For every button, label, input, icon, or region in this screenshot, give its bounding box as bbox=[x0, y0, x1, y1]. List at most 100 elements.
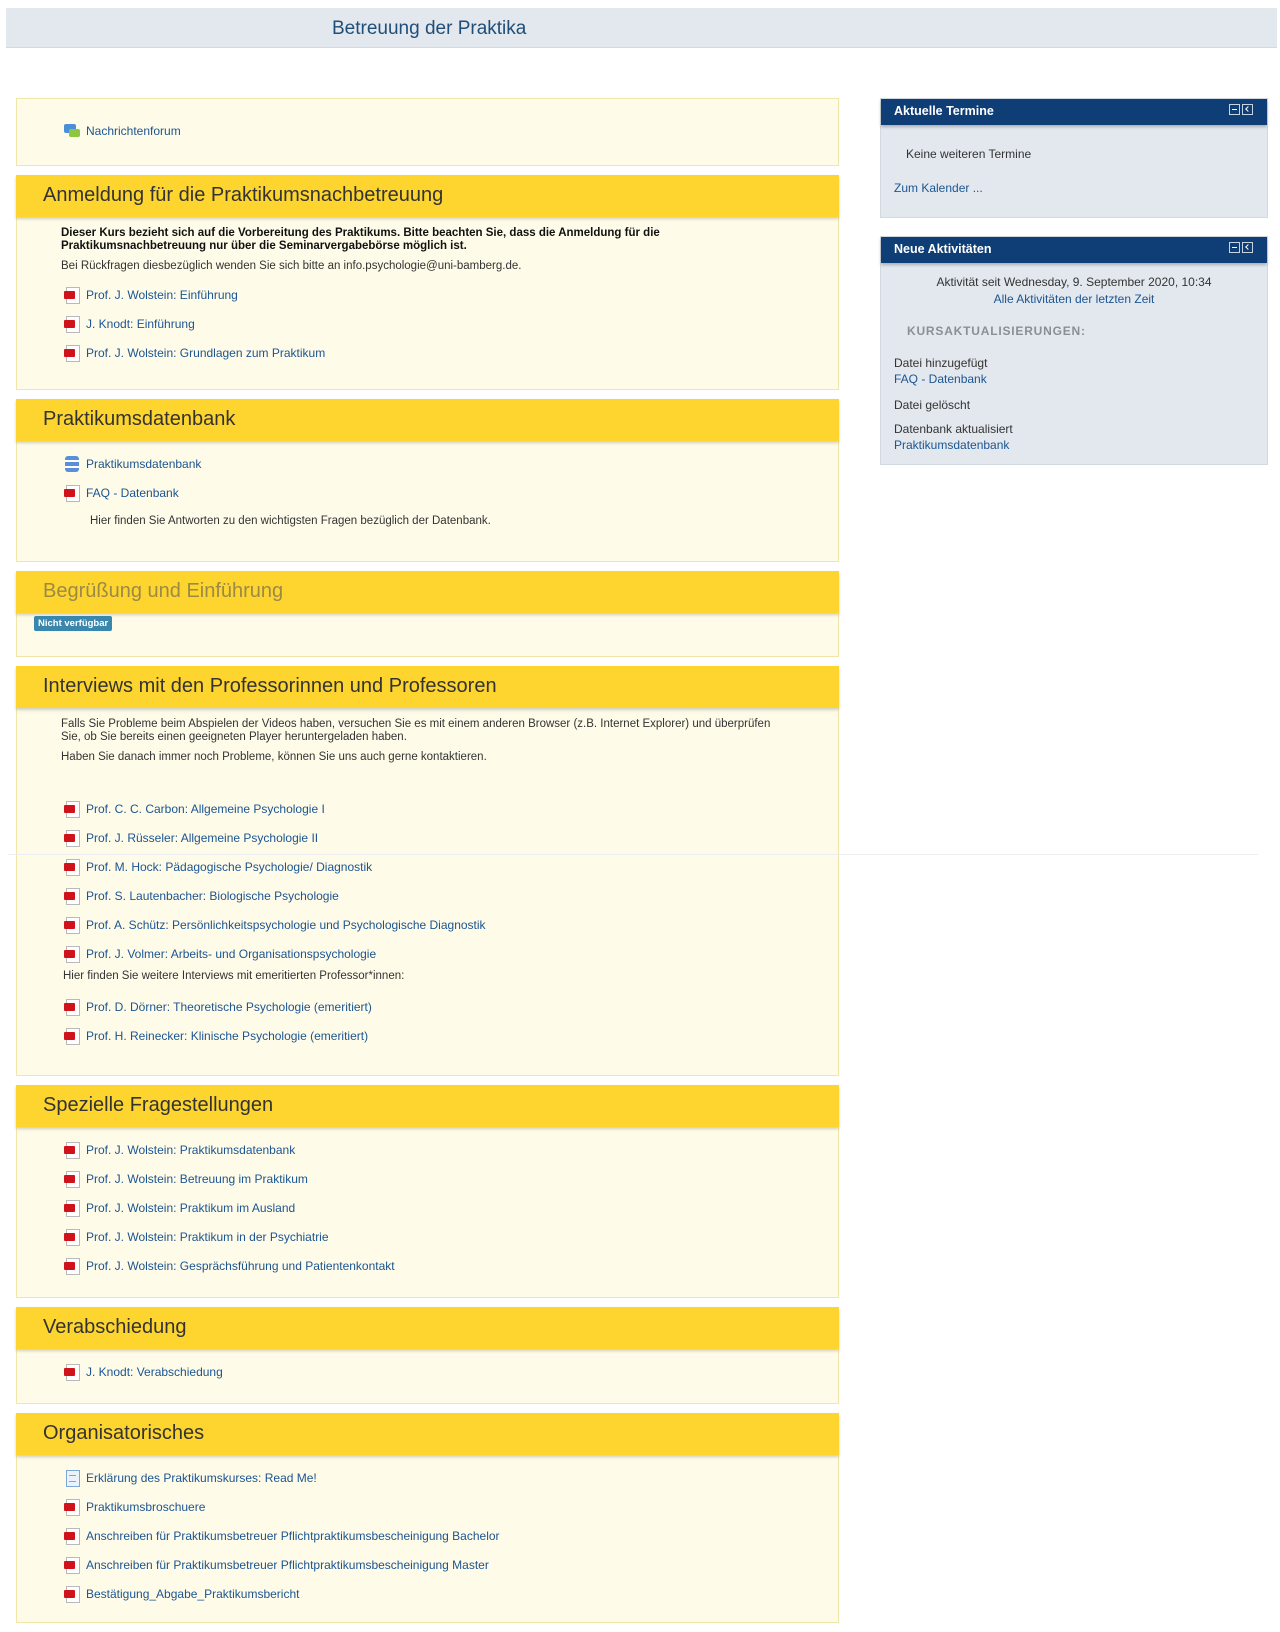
pdf-icon bbox=[64, 945, 80, 963]
dock-block-icon[interactable] bbox=[1242, 104, 1253, 115]
activity-pdf[interactable]: Prof. A. Schütz: Persönlichkeitspsycholo… bbox=[17, 910, 838, 939]
activity-label[interactable]: Prof. J. Wolstein: Gesprächsführung und … bbox=[86, 1259, 395, 1273]
block-controls bbox=[1229, 242, 1253, 253]
activity-pdf[interactable]: Prof. J. Volmer: Arbeits- und Organisati… bbox=[17, 939, 838, 968]
block-title: Aktuelle Termine bbox=[881, 99, 1267, 125]
activity-label[interactable]: Praktikumsdatenbank bbox=[86, 457, 201, 471]
activity-pdf[interactable]: Prof. J. Wolstein: Einführung bbox=[17, 280, 838, 309]
section-anmeldung: Anmeldung für die Praktikumsnachbetreuun… bbox=[16, 175, 839, 390]
update-item: Datenbank aktualisiert Praktikumsdatenba… bbox=[894, 421, 1254, 453]
calendar-link[interactable]: Zum Kalender ... bbox=[894, 181, 1254, 195]
activity-pdf[interactable]: Prof. J. Wolstein: Gesprächsführung und … bbox=[17, 1251, 838, 1280]
activity-label[interactable]: Prof. H. Reinecker: Klinische Psychologi… bbox=[86, 1029, 368, 1043]
activity-label[interactable]: Prof. M. Hock: Pädagogische Psychologie/… bbox=[86, 860, 372, 874]
activity-label[interactable]: Anschreiben für Praktikumsbetreuer Pflic… bbox=[86, 1558, 489, 1572]
section-intro: Nachrichtenforum bbox=[16, 98, 839, 166]
section-summary-contact: Haben Sie danach immer noch Probleme, kö… bbox=[61, 751, 487, 763]
activity-pdf[interactable]: Prof. M. Hock: Pädagogische Psychologie/… bbox=[17, 852, 838, 881]
section-title: Organisatorisches bbox=[16, 1413, 839, 1455]
page-icon bbox=[64, 1469, 80, 1487]
activity-forum[interactable]: Nachrichtenforum bbox=[17, 116, 838, 145]
update-type: Datei hinzugefügt bbox=[894, 356, 988, 370]
course-header: Betreuung der Praktika bbox=[6, 8, 1277, 48]
dock-block-icon[interactable] bbox=[1242, 242, 1253, 253]
section-verabschiedung: Verabschiedung J. Knodt: Verabschiedung bbox=[16, 1307, 839, 1404]
activity-pdf[interactable]: Prof. C. C. Carbon: Allgemeine Psycholog… bbox=[17, 794, 838, 823]
activity-pdf[interactable]: FAQ - Datenbank bbox=[17, 478, 838, 507]
update-type: Datei gelöscht bbox=[894, 398, 971, 412]
collapse-block-icon[interactable] bbox=[1229, 242, 1240, 253]
activity-label[interactable]: Prof. J. Rüsseler: Allgemeine Psychologi… bbox=[86, 831, 318, 845]
forum-icon bbox=[64, 123, 80, 139]
activity-label[interactable]: Bestätigung_Abgabe_Praktikumsbericht bbox=[86, 1587, 299, 1601]
activity-pdf[interactable]: Anschreiben für Praktikumsbetreuer Pflic… bbox=[17, 1550, 838, 1579]
block-title-text: Aktuelle Termine bbox=[894, 104, 994, 118]
side-blocks: Aktuelle Termine Keine weiteren Termine … bbox=[880, 98, 1268, 483]
activity-label[interactable]: Prof. J. Wolstein: Praktikum im Ausland bbox=[86, 1201, 295, 1215]
pdf-icon bbox=[64, 1228, 80, 1246]
activity-label[interactable]: Prof. J. Wolstein: Einführung bbox=[86, 288, 238, 302]
activity-pdf[interactable]: Prof. J. Wolstein: Grundlagen zum Prakti… bbox=[17, 338, 838, 367]
activity-pdf[interactable]: Prof. D. Dörner: Theoretische Psychologi… bbox=[17, 992, 838, 1021]
activity-pdf[interactable]: Prof. S. Lautenbacher: Biologische Psych… bbox=[17, 881, 838, 910]
pdf-icon bbox=[64, 858, 80, 876]
activity-label[interactable]: J. Knodt: Einführung bbox=[86, 317, 195, 331]
activity-label[interactable]: Prof. J. Wolstein: Betreuung im Praktiku… bbox=[86, 1172, 308, 1186]
page-divider bbox=[8, 854, 1258, 855]
pdf-icon bbox=[64, 286, 80, 304]
activity-pdf[interactable]: Anschreiben für Praktikumsbetreuer Pflic… bbox=[17, 1521, 838, 1550]
pdf-icon bbox=[64, 484, 80, 502]
course-content: Nachrichtenforum Anmeldung für die Prakt… bbox=[16, 98, 839, 1632]
collapse-block-icon[interactable] bbox=[1229, 104, 1240, 115]
activity-label[interactable]: Prof. S. Lautenbacher: Biologische Psych… bbox=[86, 889, 339, 903]
activity-label[interactable]: Praktikumsbroschuere bbox=[86, 1500, 205, 1514]
activity-label[interactable]: Prof. C. C. Carbon: Allgemeine Psycholog… bbox=[86, 802, 325, 816]
activity-label[interactable]: Prof. J. Wolstein: Praktikum in der Psyc… bbox=[86, 1230, 329, 1244]
activity-label[interactable]: Prof. J. Wolstein: Praktikumsdatenbank bbox=[86, 1143, 295, 1157]
activity-label[interactable]: Prof. D. Dörner: Theoretische Psychologi… bbox=[86, 1000, 372, 1014]
activity-label[interactable]: Prof. J. Wolstein: Grundlagen zum Prakti… bbox=[86, 346, 325, 360]
update-link[interactable]: Praktikumsdatenbank bbox=[894, 437, 1254, 453]
activity-pdf[interactable]: Prof. J. Wolstein: Praktikumsdatenbank bbox=[17, 1135, 838, 1164]
activity-pdf[interactable]: Prof. J. Wolstein: Betreuung im Praktiku… bbox=[17, 1164, 838, 1193]
activity-label[interactable]: Anschreiben für Praktikumsbetreuer Pflic… bbox=[86, 1529, 500, 1543]
update-type: Datenbank aktualisiert bbox=[894, 422, 1013, 436]
section-summary: Dieser Kurs bezieht sich auf die Vorbere… bbox=[61, 227, 660, 252]
activity-pdf[interactable]: J. Knodt: Einführung bbox=[17, 309, 838, 338]
section-title: Interviews mit den Professorinnen und Pr… bbox=[16, 666, 839, 708]
activity-pdf[interactable]: Prof. H. Reinecker: Klinische Psychologi… bbox=[17, 1021, 838, 1050]
restriction-badge: Nicht verfügbar bbox=[34, 616, 113, 631]
activity-pdf[interactable]: Prof. J. Wolstein: Praktikum in der Psyc… bbox=[17, 1222, 838, 1251]
activity-pdf[interactable]: Bestätigung_Abgabe_Praktikumsbericht bbox=[17, 1579, 838, 1608]
pdf-icon bbox=[64, 998, 80, 1016]
pdf-icon bbox=[64, 829, 80, 847]
activity-database[interactable]: Praktikumsdatenbank bbox=[17, 449, 838, 478]
activity-label[interactable]: Prof. A. Schütz: Persönlichkeitspsycholo… bbox=[86, 918, 486, 932]
pdf-icon bbox=[64, 315, 80, 333]
activity-label[interactable]: Erklärung des Praktikumskurses: Read Me! bbox=[86, 1471, 317, 1485]
activity-pdf[interactable]: Prof. J. Rüsseler: Allgemeine Psychologi… bbox=[17, 823, 838, 852]
activity-label[interactable]: J. Knodt: Verabschiedung bbox=[86, 1365, 223, 1379]
block-title-text: Neue Aktivitäten bbox=[894, 242, 992, 256]
activity-page[interactable]: Erklärung des Praktikumskurses: Read Me! bbox=[17, 1463, 838, 1492]
activity-pdf[interactable]: J. Knodt: Verabschiedung bbox=[17, 1357, 838, 1386]
all-activity-link[interactable]: Alle Aktivitäten der letzten Zeit bbox=[894, 292, 1254, 306]
section-begruessung: Begrüßung und Einführung Nicht verfügbar bbox=[16, 571, 839, 657]
activity-pdf[interactable]: Praktikumsbroschuere bbox=[17, 1492, 838, 1521]
no-events-text: Keine weiteren Termine bbox=[906, 147, 1032, 161]
activity-label[interactable]: Nachrichtenforum bbox=[86, 124, 181, 138]
activity-pdf[interactable]: Prof. J. Wolstein: Praktikum im Ausland bbox=[17, 1193, 838, 1222]
pdf-icon bbox=[64, 1199, 80, 1217]
section-summary-contact: Bei Rückfragen diesbezüglich wenden Sie … bbox=[61, 260, 522, 272]
pdf-icon bbox=[64, 1170, 80, 1188]
update-item: Datei gelöscht bbox=[894, 397, 1254, 413]
pdf-icon bbox=[64, 800, 80, 818]
activity-label[interactable]: FAQ - Datenbank bbox=[86, 486, 179, 500]
pdf-icon bbox=[64, 1527, 80, 1545]
section-organisatorisches: Organisatorisches Erklärung des Praktiku… bbox=[16, 1413, 839, 1623]
pdf-icon bbox=[64, 1363, 80, 1381]
section-title: Verabschiedung bbox=[16, 1307, 839, 1349]
activity-label[interactable]: Prof. J. Volmer: Arbeits- und Organisati… bbox=[86, 947, 376, 961]
update-link[interactable]: FAQ - Datenbank bbox=[894, 371, 1254, 387]
block-aktuelle-termine: Aktuelle Termine Keine weiteren Termine … bbox=[880, 98, 1268, 218]
